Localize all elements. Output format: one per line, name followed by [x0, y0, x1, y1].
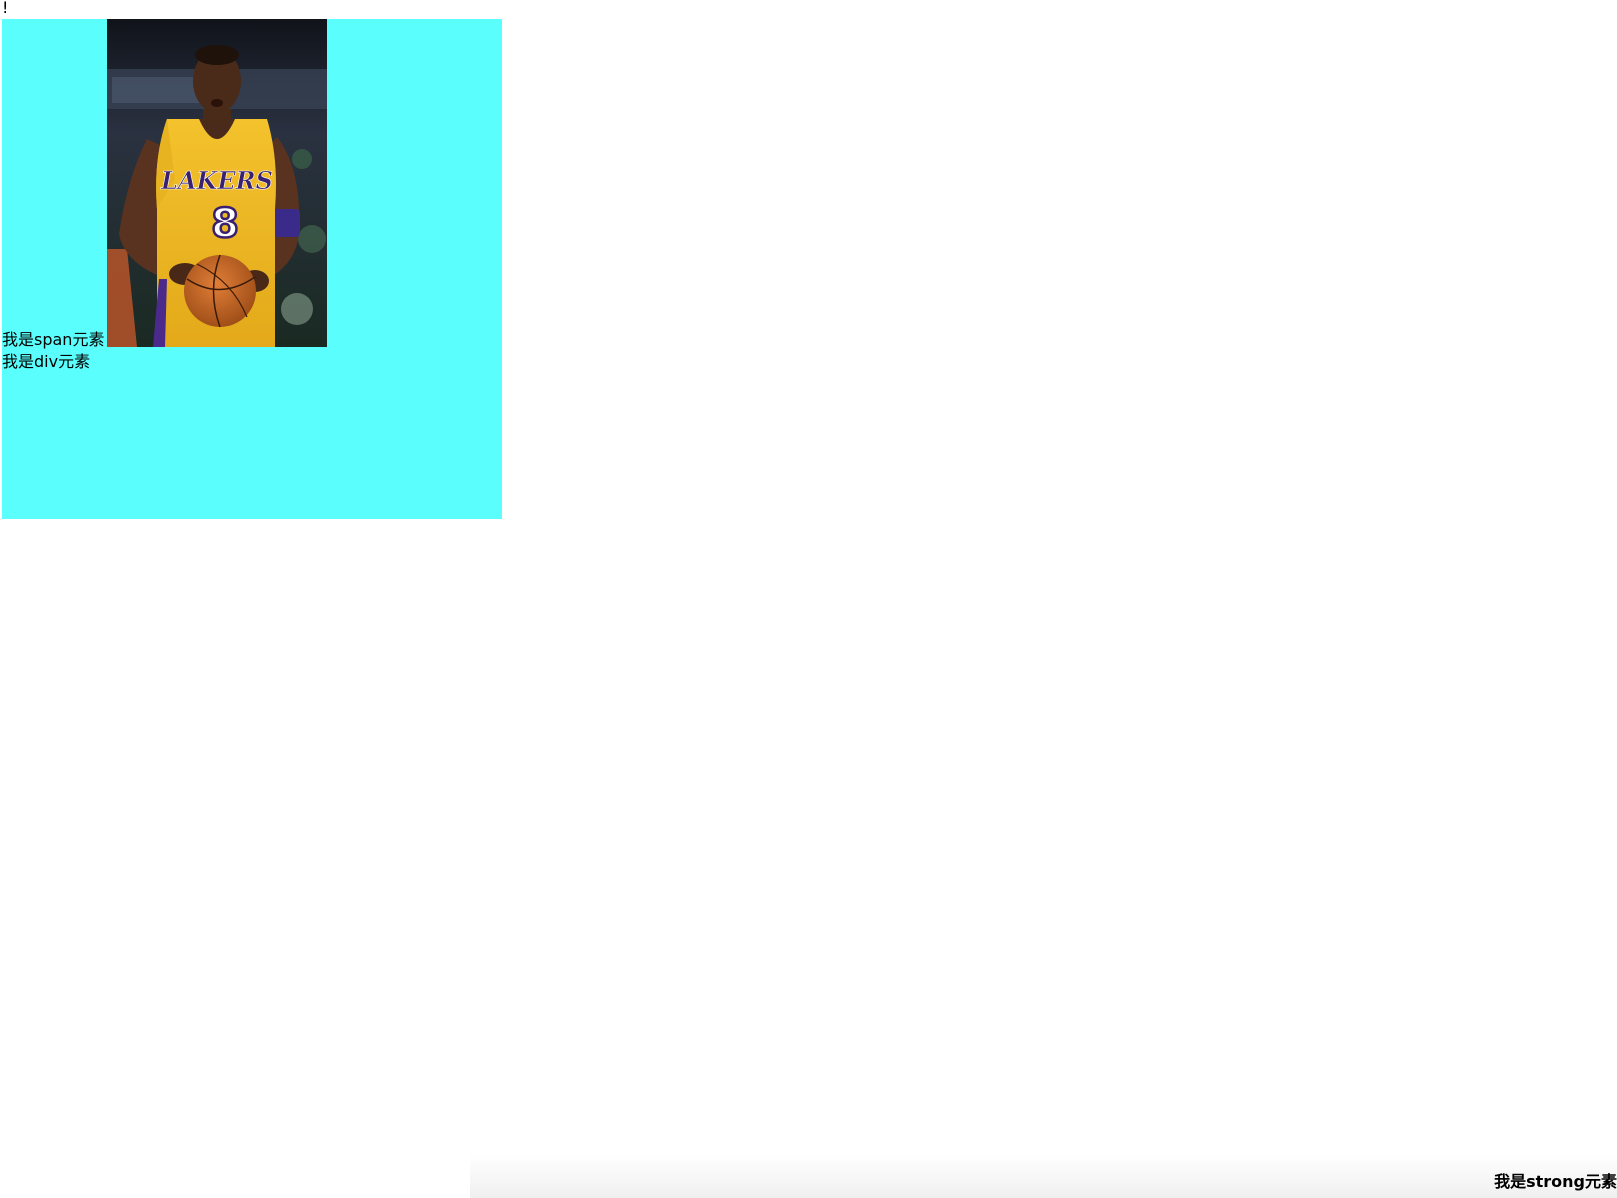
svg-text:8: 8	[211, 201, 239, 247]
span-text: 我是span元素	[2, 330, 105, 349]
exclamation-text: !	[2, 0, 9, 17]
svg-text:LAKERS: LAKERS	[160, 166, 273, 195]
bottom-gradient	[470, 1154, 1617, 1198]
strong-text: 我是strong元素	[1494, 1172, 1617, 1191]
basketball-player-photo: LAKERS 8	[107, 19, 327, 347]
cyan-container: 我是span元素 LAKERS 8 我是div元素	[2, 19, 502, 519]
div-text: 我是div元素	[2, 352, 91, 371]
